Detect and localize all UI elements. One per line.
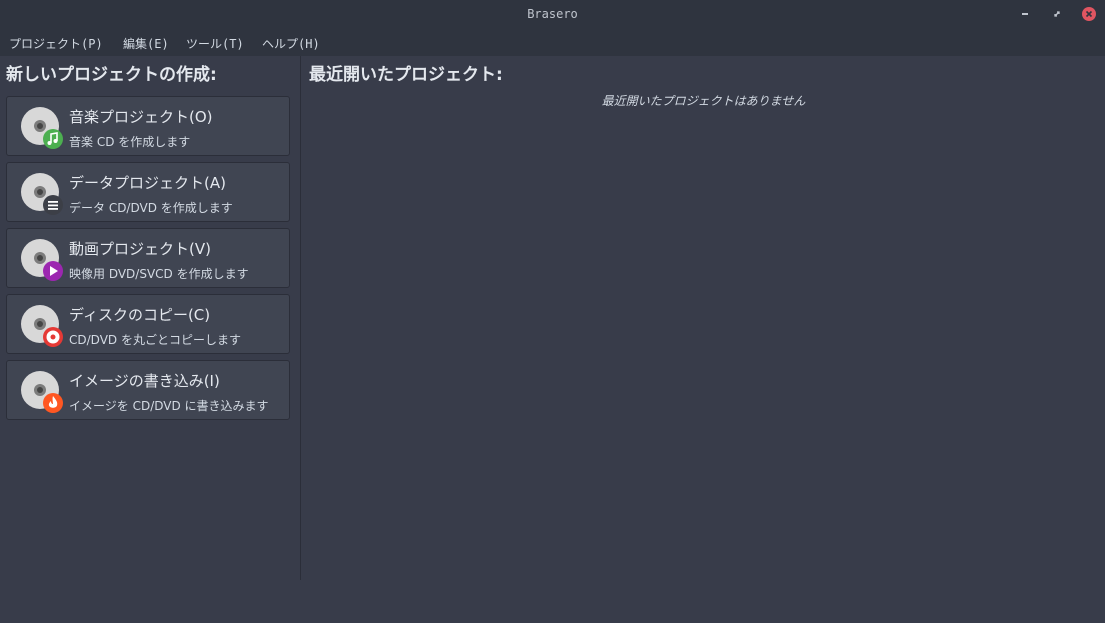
- project-description: 音楽 CD を作成します: [69, 135, 191, 149]
- music-disc-icon: [21, 107, 63, 149]
- copy-disc-icon: [21, 305, 63, 347]
- burn-image-button[interactable]: イメージの書き込み(I) イメージを CD/DVD に書き込みます: [6, 360, 290, 420]
- close-icon[interactable]: [1081, 6, 1097, 22]
- recent-projects-empty-message: 最近開いたプロジェクトはありません: [601, 94, 806, 108]
- project-description: データ CD/DVD を作成します: [69, 201, 233, 215]
- minimize-icon[interactable]: [1017, 6, 1033, 22]
- window-title: Brasero: [527, 7, 578, 21]
- recent-projects-heading: 最近開いたプロジェクト:: [309, 65, 503, 85]
- menu-tools[interactable]: ツール(T): [186, 35, 244, 52]
- title-bar: Brasero: [0, 0, 1105, 29]
- music-project-button[interactable]: 音楽プロジェクト(O) 音楽 CD を作成します: [6, 96, 290, 156]
- project-name: ディスクのコピー(C): [69, 306, 211, 324]
- menu-project[interactable]: プロジェクト(P): [9, 35, 103, 52]
- video-project-button[interactable]: 動画プロジェクト(V) 映像用 DVD/SVCD を作成します: [6, 228, 290, 288]
- project-description: CD/DVD を丸ごとコピーします: [69, 333, 241, 347]
- project-name: 音楽プロジェクト(O): [69, 108, 213, 126]
- project-description: 映像用 DVD/SVCD を作成します: [69, 267, 249, 281]
- copy-disc-button[interactable]: ディスクのコピー(C) CD/DVD を丸ごとコピーします: [6, 294, 290, 354]
- data-project-button[interactable]: データプロジェクト(A) データ CD/DVD を作成します: [6, 162, 290, 222]
- project-name: 動画プロジェクト(V): [69, 240, 211, 258]
- menu-bar: プロジェクト(P) 編集(E) ツール(T) ヘルプ(H): [0, 29, 1105, 56]
- music-icon: [43, 129, 63, 149]
- project-description: イメージを CD/DVD に書き込みます: [69, 399, 269, 413]
- project-name: イメージの書き込み(I): [69, 372, 220, 390]
- new-project-heading: 新しいプロジェクトの作成:: [6, 65, 217, 85]
- pane-divider[interactable]: [300, 56, 301, 580]
- video-disc-icon: [21, 239, 63, 281]
- menu-edit[interactable]: 編集(E): [123, 35, 169, 52]
- data-disc-icon: [21, 173, 63, 215]
- menu-help[interactable]: ヘルプ(H): [262, 35, 320, 52]
- burn-disc-icon: [21, 371, 63, 413]
- project-name: データプロジェクト(A): [69, 174, 226, 192]
- maximize-icon[interactable]: [1049, 6, 1065, 22]
